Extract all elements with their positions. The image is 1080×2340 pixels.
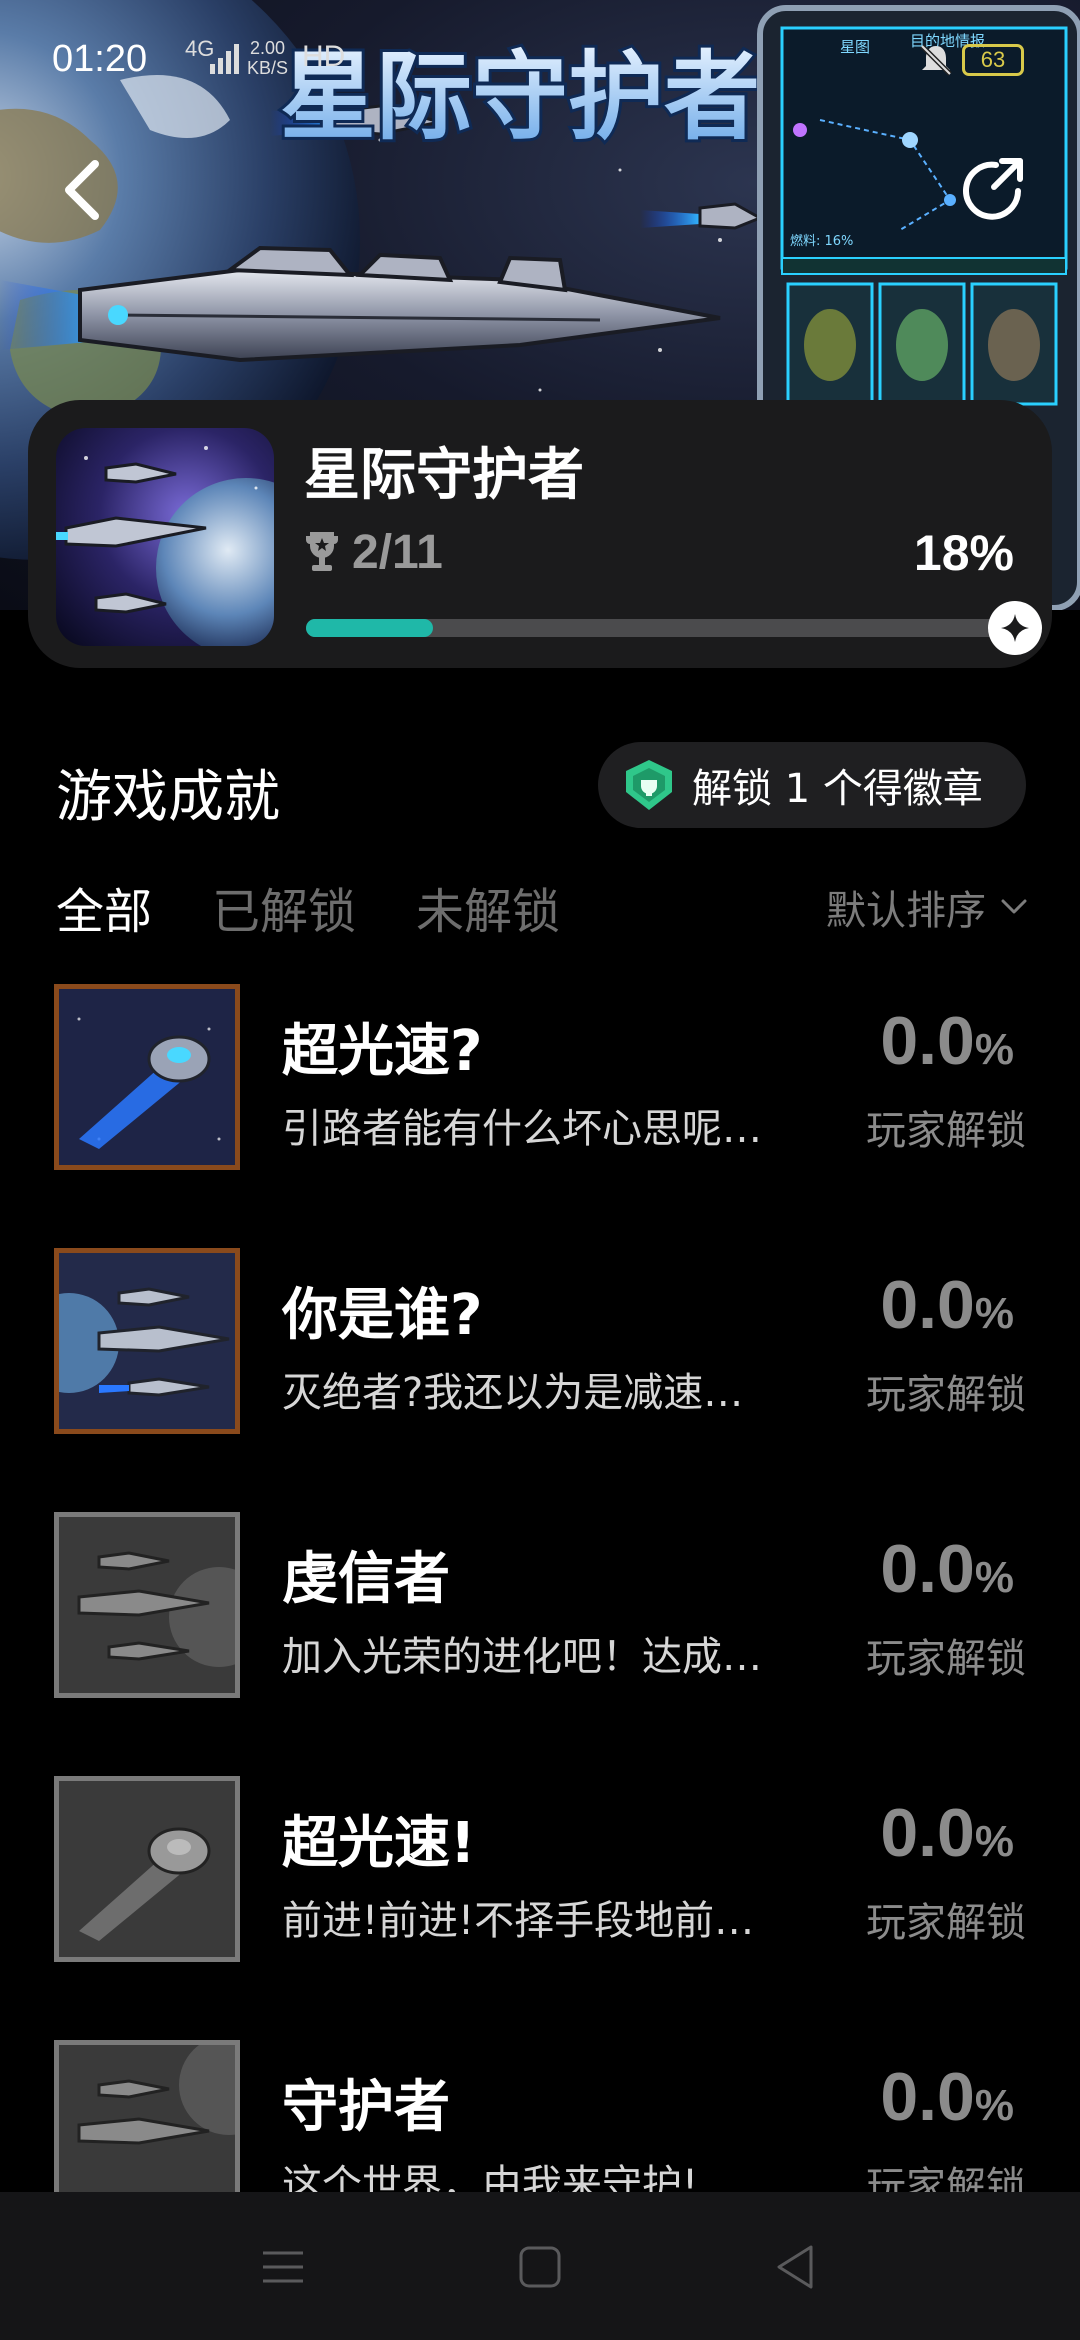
badge-icon [626, 760, 672, 810]
game-summary-card: 星际守护者 2/11 18% [28, 400, 1052, 668]
tab-unlocked[interactable]: 已解锁 [212, 872, 356, 940]
achievement-players-label: 玩家解锁 [866, 2164, 1026, 2192]
tab-all[interactable]: 全部 [56, 872, 152, 940]
nav-menu-button[interactable] [248, 2232, 318, 2302]
menu-icon [263, 2251, 303, 2283]
game-title: 星际守护者 [304, 443, 584, 508]
achievement-percent: 0.0% [880, 2059, 1014, 2135]
system-nav-bar [0, 2192, 1080, 2340]
achievement-thumbnail [54, 984, 240, 1170]
achievement-item[interactable]: 守护者 这个世界，由我来守护!… 0.0% 玩家解锁 [0, 2040, 1080, 2192]
achievement-description: 加入光荣的进化吧！达成… [282, 1634, 762, 1680]
home-square-icon [519, 2246, 561, 2288]
chevron-left-icon [65, 160, 99, 220]
badge-goal-marker[interactable] [988, 601, 1042, 655]
achievement-description: 引路者能有什么坏心思呢… [282, 1106, 762, 1152]
achievement-percent: 0.0% [880, 1531, 1014, 1607]
achievement-percent: 0.0% [880, 1267, 1014, 1343]
achievement-list: 超光速? 引路者能有什么坏心思呢… 0.0% 玩家解锁 你是谁? 灭绝者?我还以… [0, 984, 1080, 2192]
signal-icon [210, 44, 239, 74]
status-time: 01:20 [52, 38, 148, 80]
svg-text:燃料: 16%: 燃料: 16% [790, 233, 853, 249]
share-button[interactable] [948, 145, 1038, 235]
status-bar: 01:20 4G 2.00 KB/S HD 63 [0, 30, 1080, 90]
progress-fill [306, 619, 433, 637]
section-title: 游戏成就 [56, 765, 280, 830]
sort-label: 默认排序 [826, 888, 986, 934]
share-icon [963, 158, 1023, 220]
sort-dropdown[interactable]: 默认排序 [826, 878, 1028, 936]
game-percent: 18% [913, 525, 1014, 581]
achievement-thumbnail [54, 1776, 240, 1962]
nav-back-button[interactable] [760, 2232, 830, 2302]
achievement-name: 守护者 [282, 2075, 450, 2140]
unlock-badge-label: 解锁 1 个得徽章 [692, 766, 983, 812]
chevron-down-icon [1001, 899, 1027, 914]
achievement-players-label: 玩家解锁 [866, 1372, 1026, 1418]
achievement-thumbnail [54, 2040, 240, 2192]
achievement-percent: 0.0% [880, 1003, 1014, 1079]
achievement-name: 你是谁? [282, 1283, 483, 1348]
achievement-players-label: 玩家解锁 [866, 1636, 1026, 1682]
hd-indicator: HD [302, 40, 346, 73]
achievement-description: 前进!前进!不择手段地前… [282, 1898, 755, 1944]
battery-level: 63 [962, 44, 1024, 76]
game-icon [56, 428, 274, 646]
back-button[interactable] [38, 145, 128, 235]
achievement-description: 灭绝者?我还以为是减速… [282, 1370, 744, 1416]
unlock-badge-button[interactable]: 解锁 1 个得徽章 [598, 742, 1026, 828]
trophy-progress: 2/11 [304, 522, 443, 582]
sparkle-star-icon [1001, 614, 1029, 642]
achievement-percent: 0.0% [880, 1795, 1014, 1871]
achievement-players-label: 玩家解锁 [866, 1900, 1026, 1946]
filter-tabs: 全部 已解锁 未解锁 [56, 872, 620, 940]
achievement-players-label: 玩家解锁 [866, 1108, 1026, 1154]
achievement-name: 虔信者 [282, 1547, 450, 1612]
progress-bar [306, 601, 1042, 655]
back-triangle-icon [777, 2245, 813, 2289]
achievement-name: 超光速! [282, 1811, 476, 1876]
trophy-count: 2/11 [352, 525, 443, 579]
achievement-item[interactable]: 你是谁? 灭绝者?我还以为是减速… 0.0% 玩家解锁 [0, 1248, 1080, 1512]
achievement-item[interactable]: 超光速! 前进!前进!不择手段地前… 0.0% 玩家解锁 [0, 1776, 1080, 2040]
achievement-description: 这个世界，由我来守护!… [282, 2162, 739, 2192]
nav-home-button[interactable] [505, 2232, 575, 2302]
achievement-thumbnail [54, 1512, 240, 1698]
achievement-name: 超光速? [282, 1019, 483, 1084]
bell-muted-icon [920, 44, 952, 76]
achievement-thumbnail [54, 1248, 240, 1434]
trophy-icon [306, 532, 338, 571]
tab-locked[interactable]: 未解锁 [416, 872, 560, 940]
achievement-item[interactable]: 虔信者 加入光荣的进化吧！达成… 0.0% 玩家解锁 [0, 1512, 1080, 1776]
achievement-item[interactable]: 超光速? 引路者能有什么坏心思呢… 0.0% 玩家解锁 [0, 984, 1080, 1248]
network-speed: 2.00 KB/S [247, 38, 289, 78]
